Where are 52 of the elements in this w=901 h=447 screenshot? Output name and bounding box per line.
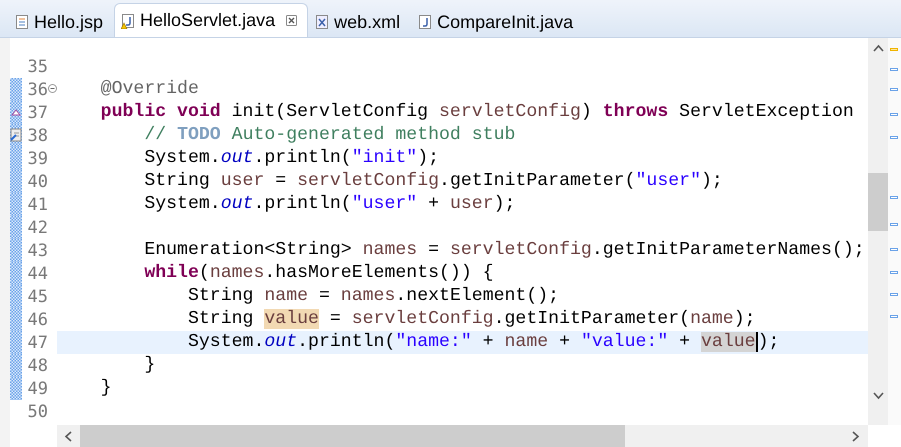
code-line: while(names.hasMoreElements()) { [143,262,495,285]
line-number: 35 [26,56,48,76]
ruler-mark[interactable] [890,248,898,251]
horizontal-scrollbar[interactable] [57,425,868,447]
editor-tab[interactable]: Hello.jsp [8,6,114,37]
code-line: Enumeration<String> names = servletConfig.getInitParameterNames(); [143,239,866,262]
ruler-mark[interactable] [890,293,898,296]
ruler-mark[interactable] [890,136,898,139]
code-line: } [143,354,156,377]
line-number: 43 [26,240,48,260]
code-line: @Override [100,78,200,101]
line-number: 46 [26,310,48,330]
line-number: 49 [26,378,48,398]
code-line: String user = servletConfig.getInitParameter("user"); [143,170,724,193]
ruler-mark[interactable] [890,315,898,318]
line-number: 39 [26,148,48,168]
line-number: 36 [26,80,48,100]
file-icon [315,14,330,30]
line-number: 41 [26,194,48,214]
line-number: 40 [26,172,48,192]
ruler-mark[interactable] [890,48,898,51]
ruler-mark[interactable] [890,68,898,71]
line-number: 47 [26,332,48,352]
scroll-thumb[interactable] [868,173,888,231]
line-number: 50 [26,402,48,422]
ruler-mark[interactable] [890,223,898,226]
code-line: public void init(ServletConfig servletConfig) throws ServletException [100,101,855,124]
line-number: 38 [26,126,48,146]
code-line: String value = servletConfig.getInitParameter(name); [186,308,757,331]
code-line: System.out.println("init"); [143,147,440,170]
code-line: // TODO Auto-generated method stub [143,124,516,147]
line-number: 45 [26,286,48,306]
ruler-mark[interactable] [890,113,898,116]
editor-tab[interactable]: HelloServlet.java [114,3,308,37]
ruler-mark[interactable] [890,271,898,274]
scroll-thumb[interactable] [80,425,625,447]
vertical-scrollbar[interactable] [868,38,888,425]
editor-tab[interactable]: CompareInit.java [411,6,584,37]
editor-tab[interactable]: web.xml [308,6,412,37]
ruler-mark[interactable] [890,196,898,199]
line-number: 42 [26,218,48,238]
line-number: 48 [26,356,48,376]
code-line: System.out.println("user" + user); [143,193,516,216]
line-number: 37 [26,102,48,122]
close-icon[interactable] [286,15,298,26]
code-line: } [100,377,113,400]
collapse-icon[interactable] [48,84,57,93]
file-icon [418,14,432,30]
code-line: String name = names.nextElement(); [186,285,560,308]
line-number: 44 [26,264,48,284]
ruler-mark[interactable] [890,88,898,91]
file-icon [15,14,29,30]
